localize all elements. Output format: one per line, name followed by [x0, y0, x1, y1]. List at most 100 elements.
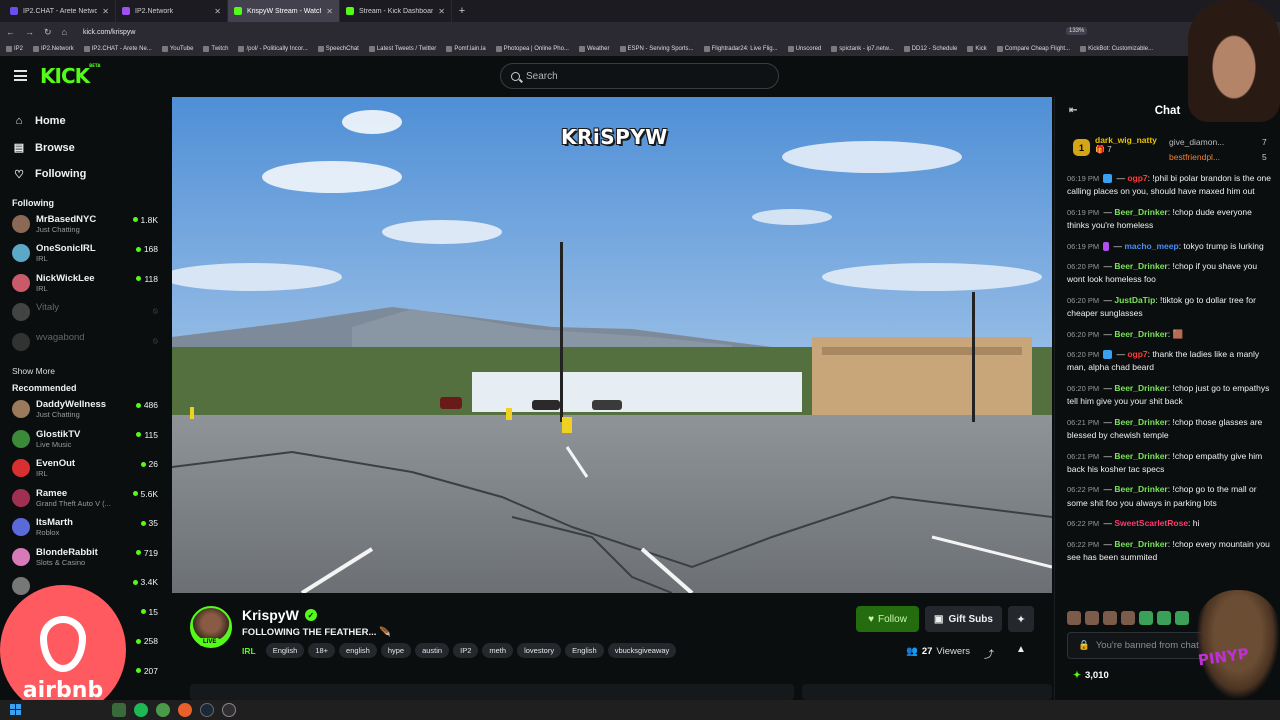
menu-icon[interactable] [14, 70, 27, 81]
bookmark[interactable]: Unscored [787, 46, 821, 52]
stream-tag[interactable]: meth [482, 643, 514, 658]
leaderboard-first[interactable]: 1 dark_wig_natty 🎁 7 [1073, 135, 1157, 156]
bookmark[interactable]: Weather [578, 46, 610, 52]
sidebar-channel[interactable]: Ramee Grand Theft Auto V (... 5.6K [0, 486, 170, 516]
chat-username[interactable]: Beer_Drinker [1114, 539, 1167, 549]
stream-tag[interactable]: lovestory [517, 643, 562, 658]
show-more-button[interactable]: Show More [0, 359, 170, 383]
chat-username[interactable]: ogp7 [1127, 349, 1147, 359]
bookmark[interactable]: Flightradar24: Live Flig... [703, 46, 778, 52]
sidebar-nav-following[interactable]: ♡ Following [0, 161, 170, 188]
more-options-button[interactable]: ✦ [1008, 606, 1034, 632]
zoom-level[interactable]: 133% [1066, 27, 1088, 35]
sidebar-channel[interactable]: wvagabond ⦸ [0, 330, 170, 360]
bookmark[interactable]: KickBot: Customizable... [1080, 46, 1153, 52]
close-tab-icon[interactable]: ✕ [438, 7, 445, 16]
bookmark[interactable]: IP2 [6, 46, 23, 52]
bookmark[interactable]: /pol/ - Politically Incor... [238, 46, 308, 52]
emote[interactable] [1139, 611, 1153, 625]
sidebar-channel[interactable]: NickWickLee IRL 118 [0, 271, 170, 301]
report-icon[interactable]: ▲ [1016, 644, 1026, 655]
emote[interactable] [1121, 611, 1135, 625]
emote[interactable] [1175, 611, 1189, 625]
emote[interactable] [1157, 611, 1171, 625]
sidebar-channel[interactable]: DaddyWellness Just Chatting 486 [0, 397, 170, 427]
sidebar-nav-browse[interactable]: ▤ Browse [0, 135, 170, 162]
bookmark[interactable]: Pomf.lain.la [446, 46, 486, 52]
emote[interactable] [1103, 611, 1117, 625]
bookmark[interactable]: ESPN - Serving Sports... [619, 46, 694, 52]
category-link[interactable]: IRL [242, 646, 256, 656]
browser-tab[interactable]: IP2.Network ✕ [116, 0, 228, 22]
leaderboard-entry[interactable]: give_diamon... 7 [1169, 134, 1267, 149]
channel-points[interactable]: ✦ 3,010 [1073, 670, 1109, 681]
bookmark[interactable]: SpeechChat [317, 46, 359, 52]
reload-icon[interactable]: ↻ [44, 27, 52, 38]
sidebar-channel[interactable]: GlostikTV Live Music 115 [0, 427, 170, 457]
bookmark[interactable]: IP2.Network [33, 46, 74, 52]
emote[interactable] [1085, 611, 1099, 625]
chrome-icon[interactable] [156, 703, 170, 717]
leaderboard-entry[interactable]: bestfriendpl... 5 [1169, 149, 1267, 164]
windows-start-icon[interactable] [10, 704, 21, 715]
sidebar-channel[interactable]: BlondeRabbit Slots & Casino 719 [0, 545, 170, 575]
chat-username[interactable]: ogp7 [1127, 173, 1147, 183]
chat-username[interactable]: Beer_Drinker [1114, 417, 1167, 427]
search-input[interactable]: Search [500, 63, 779, 89]
chat-username[interactable]: Beer_Drinker [1114, 261, 1167, 271]
bookmark[interactable]: YouTube [161, 46, 193, 52]
chat-username[interactable]: Beer_Drinker [1114, 207, 1167, 217]
firefox-icon[interactable] [178, 703, 192, 717]
forward-icon[interactable]: → [25, 27, 34, 37]
browser-tab[interactable]: IP2.CHAT - Arete Network ✕ [4, 0, 116, 22]
sidebar-channel[interactable]: EvenOut IRL 26 [0, 456, 170, 486]
new-tab-icon[interactable]: + [452, 5, 472, 17]
follow-button[interactable]: ♥ Follow [856, 606, 919, 632]
sidebar-channel[interactable]: MrBasedNYC Just Chatting 1.8K [0, 212, 170, 242]
bookmark[interactable]: Twitch [203, 46, 228, 52]
collapse-chat-icon[interactable]: ⇤ [1069, 105, 1077, 116]
kick-logo[interactable]: KICKBETA [40, 63, 100, 88]
video-player[interactable]: KRiSPYW [172, 97, 1052, 593]
browser-tab[interactable]: Stream - Kick Dashboard ✕ [340, 0, 452, 22]
bookmark[interactable]: IP2.CHAT - Arete Ne... [83, 46, 152, 52]
stream-tag[interactable]: hype [380, 643, 412, 658]
close-tab-icon[interactable]: ✕ [326, 7, 333, 16]
app-icon[interactable] [112, 703, 126, 717]
share-icon[interactable]: ⤴ [984, 646, 994, 661]
steam-icon[interactable] [200, 703, 214, 717]
chat-username[interactable]: Beer_Drinker [1114, 451, 1167, 461]
bookmark[interactable]: DD12 - Schedule [903, 46, 957, 52]
obs-icon[interactable] [222, 703, 236, 717]
chat-username[interactable]: Beer_Drinker [1114, 484, 1167, 494]
chat-username[interactable]: macho_meep [1124, 241, 1178, 251]
sidebar-channel[interactable]: OneSonicIRL IRL 168 [0, 241, 170, 271]
chat-username[interactable]: Beer_Drinker [1114, 383, 1167, 393]
bookmark[interactable]: Latest Tweets / Twitter [368, 46, 436, 52]
gift-subs-button[interactable]: ▣ Gift Subs [925, 606, 1002, 632]
chat-username[interactable]: SweetScarletRose [1114, 518, 1188, 528]
stream-tag[interactable]: 18+ [308, 643, 336, 658]
sidebar-channel[interactable]: Vitaly ⦸ [0, 300, 170, 330]
spotify-icon[interactable] [134, 703, 148, 717]
stream-tag[interactable]: vbucksgiveaway [607, 643, 677, 658]
home-browser-icon[interactable]: ⌂ [62, 27, 67, 37]
stream-tag[interactable]: English [565, 643, 604, 658]
stream-tag[interactable]: IP2 [453, 643, 479, 658]
sidebar-nav-home[interactable]: ⌂ Home [0, 108, 170, 135]
stream-tag[interactable]: austin [415, 643, 450, 658]
chat-username[interactable]: Beer_Drinker [1114, 329, 1167, 339]
bookmark[interactable]: Kick [967, 46, 987, 52]
emote[interactable] [1067, 611, 1081, 625]
close-tab-icon[interactable]: ✕ [102, 7, 109, 16]
browser-tab[interactable]: KrispyW Stream - Watch Li ✕ [228, 0, 340, 22]
bookmark[interactable]: spictank - ip7.netw... [831, 46, 894, 52]
close-tab-icon[interactable]: ✕ [214, 7, 221, 16]
back-icon[interactable]: ← [6, 27, 15, 37]
stream-tag[interactable]: English [265, 643, 305, 658]
sidebar-channel[interactable]: ItsMarth Roblox 35 [0, 515, 170, 545]
url-input[interactable]: kick.com/krispyw [83, 29, 136, 36]
chat-username[interactable]: JustDaTip [1114, 295, 1155, 305]
stream-tag[interactable]: english [339, 643, 377, 658]
streamer-name[interactable]: KrispyW [242, 607, 299, 623]
